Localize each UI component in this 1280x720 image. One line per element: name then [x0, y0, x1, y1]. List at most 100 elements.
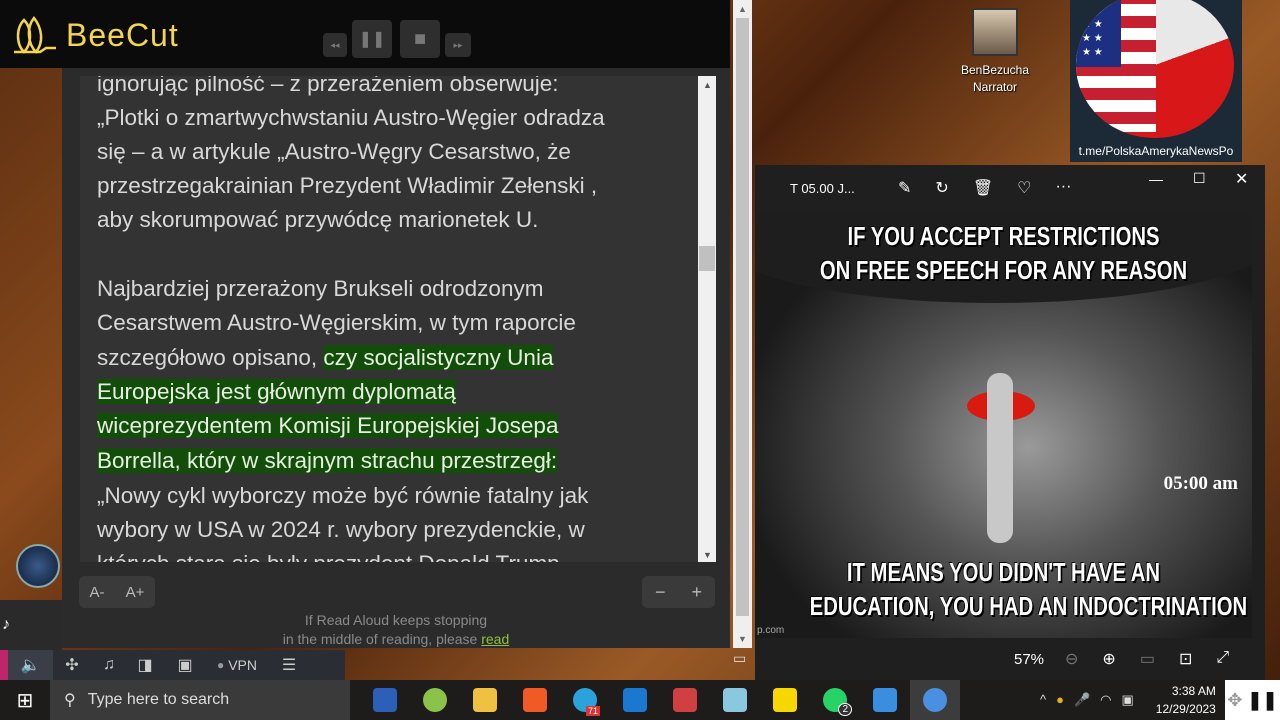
avatar-role: Narrator [972, 80, 1017, 94]
extensions-icon[interactable]: ✣ [53, 650, 91, 680]
app-green-icon[interactable] [410, 680, 460, 720]
text-segment: „Plotki o zmartwychwstaniu Austro-Węgier… [97, 105, 605, 130]
display-icon[interactable]: ▭ [733, 650, 746, 667]
tiktok-icon[interactable]: ♪ [2, 616, 10, 634]
text-segment: Najbardziej przerażony Brukseli odrodzon… [97, 276, 544, 301]
clock-date: 12/29/2023 [1155, 702, 1216, 716]
read-aloud-extension-icon[interactable]: 🔈 [8, 650, 53, 680]
move-icon[interactable]: ✥ [1227, 690, 1242, 711]
photos-title: T 05.00 J... [790, 181, 855, 196]
music-icon[interactable]: ♫ [91, 650, 127, 680]
favorite-heart-icon[interactable]: ♡ [1017, 178, 1031, 198]
more-options-icon[interactable]: ··· [1055, 178, 1071, 198]
browser-toolbar: 🔈 ✣ ♫ ◨ ▣ ● VPN ☰ [0, 650, 345, 680]
zoom-out-icon[interactable]: ⊖ [1065, 649, 1078, 669]
photos-app-icon[interactable] [860, 680, 910, 720]
meme-image: IF YOU ACCEPT RESTRICTIONS ON FREE SPEEC… [755, 213, 1252, 638]
vpn-button[interactable]: ● VPN [207, 650, 267, 680]
highlighted-text: Borrella, który w skrajnym strachu przes… [97, 448, 558, 473]
show-hidden-icons[interactable]: ^ [1040, 692, 1046, 708]
actual-size-icon[interactable]: ⊡ [1179, 649, 1192, 669]
beecut-bar: BeeCut ◂◂ ❚❚ ■ ▸▸ [0, 0, 730, 68]
taskbar: ⊞ ⚲ Type here to search 71 2 ^ ● 🎤 ◠ ▣ 3… [0, 680, 1280, 720]
channel-link: t.me/PolskaAmerykaNewsPo [1078, 144, 1234, 158]
notepad-icon[interactable] [710, 680, 760, 720]
clock[interactable]: 3:38 AM 12/29/2023 [1156, 682, 1216, 718]
text-segment: Cesarstwem Austro-Węgierskim, w tym rapo… [97, 310, 576, 335]
telegram-badge: 71 [585, 706, 600, 716]
text-segment: się – a w artykule „Austro-Węgry Cesarst… [97, 139, 571, 164]
desktop-shortcut-strip: ♪ [0, 600, 62, 650]
rotate-icon[interactable]: ↻ [935, 178, 948, 198]
text-segment: „Nowy cykl wyborczy może być równie fata… [97, 483, 589, 508]
zoom-in-icon[interactable]: ⊕ [1102, 649, 1115, 669]
wallet-icon[interactable]: ▣ [163, 650, 207, 680]
menu-icon[interactable]: ☰ [267, 650, 311, 680]
sidebar-icon[interactable]: ◨ [127, 650, 163, 680]
desktop-icon-ussf[interactable] [0, 540, 62, 600]
pause-button[interactable]: ❚❚ [352, 20, 392, 58]
fit-to-window-icon[interactable]: ▭ [1140, 649, 1155, 669]
text-line: Najbardziej przerażony Brukseli odrodzon… [97, 274, 543, 304]
highlighted-text: Europejska jest głównym dyplomatą [97, 379, 456, 404]
search-placeholder: Type here to search [87, 691, 230, 708]
taskbar-search[interactable]: ⚲ Type here to search [50, 680, 350, 720]
text-line: przestrzegakrainian Prezydent Władimir Z… [97, 171, 597, 201]
read-link[interactable]: read [481, 631, 509, 647]
close-button[interactable]: ✕ [1235, 169, 1248, 189]
text-scrollbar-thumb[interactable] [699, 246, 715, 271]
brave-icon[interactable] [510, 680, 560, 720]
minimize-button[interactable]: — [1149, 171, 1163, 187]
fullscreen-icon[interactable]: ⤢ [1216, 649, 1229, 669]
page-scrollbar-thumb[interactable] [736, 18, 749, 616]
font-increase-button[interactable]: A+ [126, 584, 145, 601]
snipping-tool-icon[interactable] [660, 680, 710, 720]
text-segment: szczegółowo opisano, [97, 345, 324, 370]
page-scrollbar[interactable]: ▲ ▼ [733, 0, 752, 648]
text-line: wybory w USA w 2024 r. wybory prezydenck… [97, 515, 585, 545]
pause-recording-icon[interactable]: ❚❚ [1247, 690, 1277, 711]
narrator-label: BenBezucha Narrator [945, 62, 1045, 96]
whatsapp-icon[interactable]: 2 [810, 680, 860, 720]
speed-increase-button[interactable]: + [691, 582, 702, 603]
text-scrollbar[interactable]: ▲ ▼ [698, 76, 716, 562]
text-segment: których stara się były prezydent Donald … [97, 551, 560, 562]
file-explorer-icon[interactable] [460, 680, 510, 720]
search-icon: ⚲ [64, 692, 76, 709]
stop-button[interactable]: ■ [400, 20, 440, 58]
word-icon[interactable] [360, 680, 410, 720]
font-size-controls: A- A+ [79, 576, 155, 608]
display-tray-icon[interactable]: ▣ [1122, 692, 1134, 708]
hint-line-1: If Read Aloud keeps stopping [304, 612, 488, 628]
narrator-avatar[interactable] [972, 8, 1018, 56]
forward-button[interactable]: ▸▸ [445, 33, 471, 57]
media-player-icon[interactable] [610, 680, 660, 720]
highlighted-text: czy socjalistyczny Unia [323, 345, 554, 370]
beecut-logo: BeeCut [10, 14, 179, 56]
text-segment: przestrzegakrainian Prezydent Władimir Z… [97, 173, 598, 198]
windows-start-icon[interactable]: ⊞ [0, 680, 50, 720]
channel-logo: ★ ★ ★ ★ ★ ★ ★ ★ t.me/PolskaAmerykaNewsPo [1070, 0, 1242, 162]
tray-app-icon[interactable]: ● [1056, 692, 1064, 708]
logo-text: BeeCut [66, 16, 179, 53]
text-line: szczegółowo opisano, czy socjalistyczny … [97, 343, 554, 373]
whatsapp-badge: 2 [838, 703, 852, 716]
meme-bottom-text: IT MEANS YOU DIDN'T HAVE AN EDUCATION, Y… [809, 557, 1248, 621]
text-line: Cesarstwem Austro-Węgierskim, w tym rapo… [97, 308, 576, 338]
screen-recorder-icon[interactable] [910, 680, 960, 720]
network-icon[interactable]: ◠ [1100, 692, 1111, 708]
edit-image-icon[interactable]: ✎ [898, 178, 911, 198]
text-segment: ignorując pilność – z przerażeniem obser… [97, 76, 559, 96]
maximize-button[interactable]: ☐ [1193, 170, 1206, 187]
clock-time: 3:38 AM [1171, 684, 1216, 698]
microphone-icon[interactable]: 🎤 [1074, 692, 1090, 708]
delete-icon[interactable]: 🗑 [973, 178, 993, 198]
speed-decrease-button[interactable]: − [655, 582, 666, 603]
rewind-button[interactable]: ◂◂ [323, 33, 347, 57]
beecut-taskbar-icon[interactable] [760, 680, 810, 720]
telegram-icon[interactable]: 71 [560, 680, 610, 720]
flag-usa-poland-icon: ★ ★ ★ ★ ★ ★ ★ ★ [1076, 0, 1234, 138]
bee-icon [14, 15, 56, 54]
text-segment: aby skorumpować przywódcę marionetek U. [97, 207, 539, 232]
font-decrease-button[interactable]: A- [90, 584, 105, 601]
